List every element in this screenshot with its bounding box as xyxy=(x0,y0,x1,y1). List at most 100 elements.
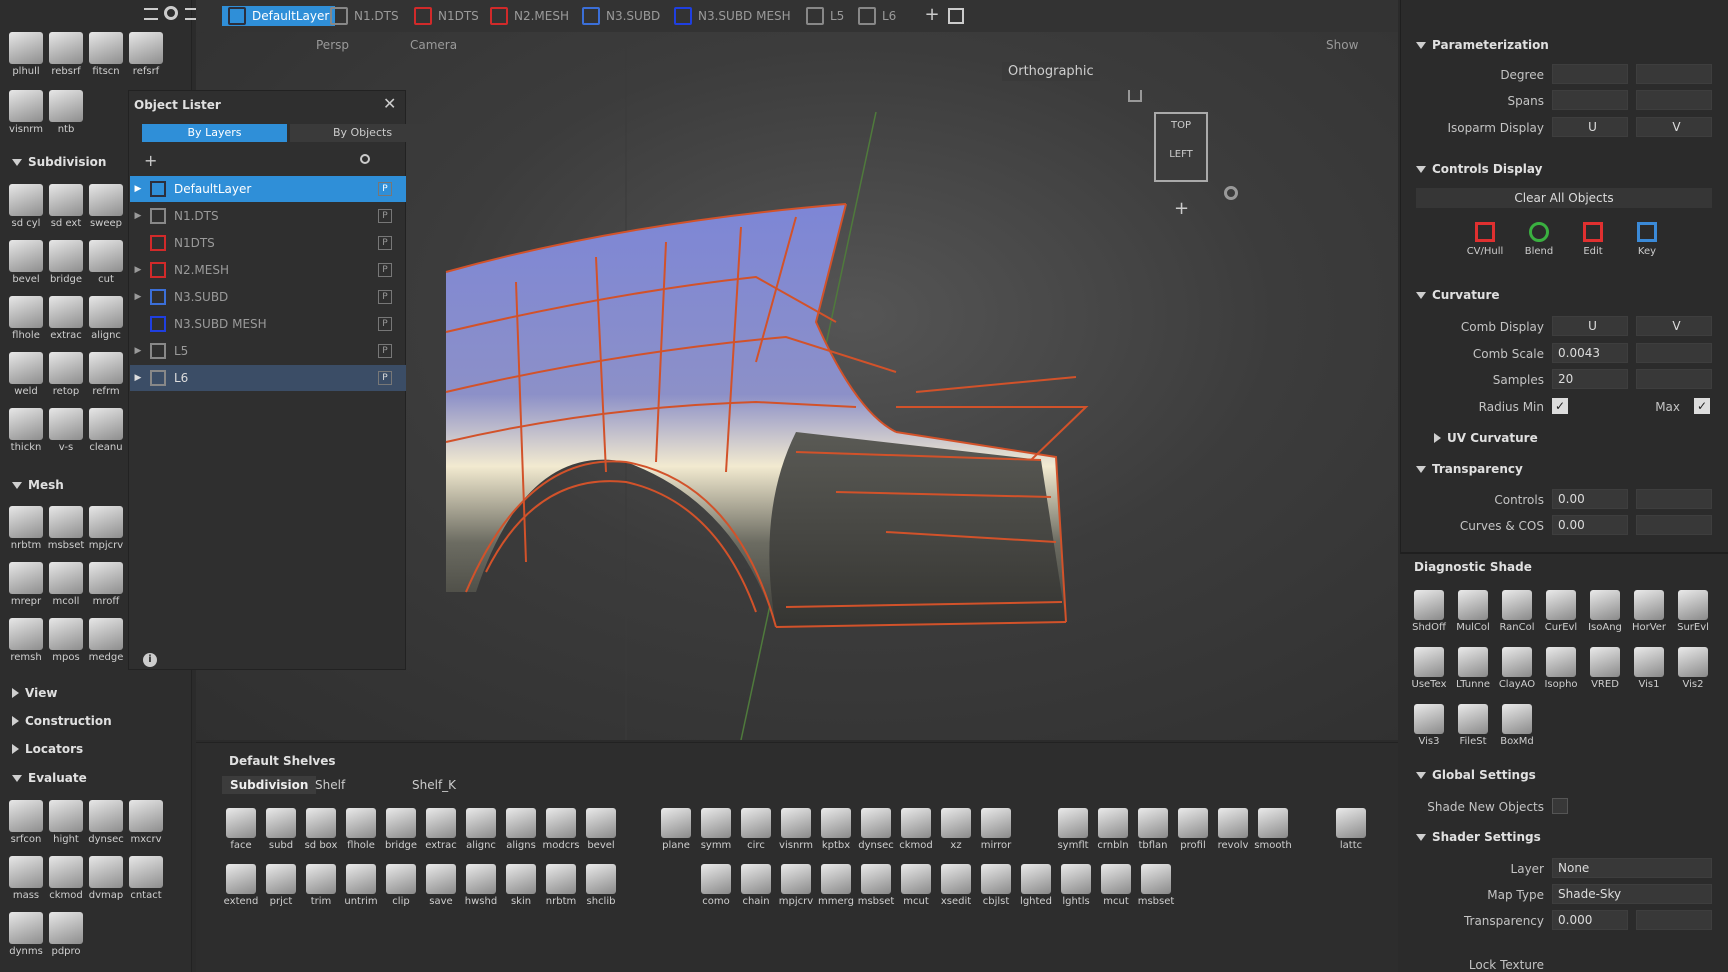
shelf-tool-button[interactable]: msbset xyxy=(855,862,897,916)
section-locators[interactable]: Locators xyxy=(12,742,83,756)
tool-button[interactable]: thickn xyxy=(4,404,48,460)
shelf-tool-button[interactable]: ckmod xyxy=(895,806,937,860)
shelf-tool-button[interactable]: clip xyxy=(380,862,422,916)
curves-slider[interactable] xyxy=(1636,515,1712,535)
layer-p-toggle[interactable]: P xyxy=(378,209,392,223)
comb-scale-field[interactable]: 0.0043 xyxy=(1552,343,1628,363)
expand-icon[interactable]: ▶ xyxy=(130,373,146,383)
layer-p-toggle[interactable]: P xyxy=(378,317,392,331)
shelf-tool-button[interactable]: skin xyxy=(500,862,542,916)
tool-button[interactable]: mass xyxy=(4,852,48,908)
shelf-tool-button[interactable]: mcut xyxy=(1095,862,1137,916)
shelf-tool-button[interactable]: dynsec xyxy=(855,806,897,860)
shelf-tab[interactable]: Shelf xyxy=(307,776,353,794)
diag-shade-button[interactable]: Vis2 xyxy=(1672,645,1714,699)
shelf-tool-button[interactable]: como xyxy=(695,862,737,916)
section-transparency[interactable]: Transparency xyxy=(1416,462,1523,476)
control-display-button[interactable]: CV/Hull xyxy=(1462,222,1508,257)
shelf-tool-button[interactable]: bridge xyxy=(380,806,422,860)
shelf-tool-button[interactable]: mirror xyxy=(975,806,1017,860)
tool-button[interactable]: bevel xyxy=(4,236,48,292)
layer-p-toggle[interactable]: P xyxy=(378,236,392,250)
tool-button[interactable]: cntact xyxy=(124,852,168,908)
expand-icon[interactable]: ▶ xyxy=(130,292,146,302)
max-checkbox[interactable]: ✓ xyxy=(1694,398,1710,414)
palette-gear-icon[interactable] xyxy=(164,6,178,20)
tool-button[interactable]: visnrm xyxy=(4,86,48,142)
degree-field[interactable] xyxy=(1552,64,1628,84)
transparency-field[interactable]: 0.000 xyxy=(1552,910,1628,930)
layer-row[interactable]: ▶ N2.MESH P xyxy=(130,257,406,283)
diag-shade-button[interactable]: LTunne xyxy=(1452,645,1494,699)
comb-scale-slider[interactable] xyxy=(1636,343,1712,363)
control-display-button[interactable]: Key xyxy=(1624,222,1670,257)
tool-button[interactable]: mcoll xyxy=(44,558,88,614)
tool-button[interactable]: refsrf xyxy=(124,28,168,84)
section-view[interactable]: View xyxy=(12,686,57,700)
tool-button[interactable]: mrepr xyxy=(4,558,48,614)
tool-button[interactable]: flhole xyxy=(4,292,48,348)
diag-shade-button[interactable]: CurEvl xyxy=(1540,588,1582,642)
tool-button[interactable]: dynms xyxy=(4,908,48,964)
show-label[interactable]: Show xyxy=(1326,38,1358,52)
shelf-tool-button[interactable]: circ xyxy=(735,806,777,860)
tool-button[interactable]: pdpro xyxy=(44,908,88,964)
shelf-tool-button[interactable]: tbflan xyxy=(1132,806,1174,860)
shelf-tool-button[interactable]: xsedit xyxy=(935,862,977,916)
shelf-tool-button[interactable]: profil xyxy=(1172,806,1214,860)
shelf-tool-button[interactable]: bevel xyxy=(580,806,622,860)
lister-tab-layers[interactable]: By Layers xyxy=(142,124,287,142)
diag-shade-button[interactable]: FileSt xyxy=(1452,702,1494,756)
shelf-tool-button[interactable]: save xyxy=(420,862,462,916)
tool-button[interactable]: srfcon xyxy=(4,796,48,852)
shelf-tool-button[interactable]: modcrs xyxy=(540,806,582,860)
expand-icon[interactable]: ▶ xyxy=(130,265,146,275)
shelf-tool-button[interactable]: mcut xyxy=(895,862,937,916)
palette-list-icon[interactable] xyxy=(144,8,158,20)
layer-row[interactable]: ▶ L6 P xyxy=(130,365,406,391)
tool-button[interactable]: mroff xyxy=(84,558,128,614)
control-display-button[interactable]: Blend xyxy=(1516,222,1562,257)
view-cube[interactable]: TOP LEFT xyxy=(1154,112,1208,182)
tool-button[interactable]: mpjcrv xyxy=(84,502,128,558)
tool-button[interactable]: dynsec xyxy=(84,796,128,852)
tool-button[interactable]: msbset xyxy=(44,502,88,558)
shelf-tool-button[interactable]: xz xyxy=(935,806,977,860)
layer-p-toggle[interactable]: P xyxy=(378,371,392,385)
tool-button[interactable]: sd ext xyxy=(44,180,88,236)
diag-shade-button[interactable]: UseTex xyxy=(1408,645,1450,699)
radius-min-checkbox[interactable]: ✓ xyxy=(1552,398,1568,414)
layer-tab[interactable]: DefaultLayer xyxy=(222,6,336,26)
camera-label[interactable]: Camera xyxy=(410,38,457,52)
section-subdivision[interactable]: Subdivision xyxy=(12,155,106,169)
layer-row[interactable]: ▶ N1.DTS P xyxy=(130,203,406,229)
diag-shade-button[interactable]: BoxMd xyxy=(1496,702,1538,756)
diag-shade-button[interactable]: VRED xyxy=(1584,645,1626,699)
shelf-tool-button[interactable]: crnbln xyxy=(1092,806,1134,860)
shelf-tool-button[interactable]: nrbtm xyxy=(540,862,582,916)
shelf-tool-button[interactable]: kptbx xyxy=(815,806,857,860)
layer-tab[interactable]: N1DTS xyxy=(414,6,479,26)
shelf-tool-button[interactable]: lghtls xyxy=(1055,862,1097,916)
shade-new-checkbox[interactable] xyxy=(1552,798,1568,814)
layer-row[interactable]: ▶ N3.SUBD P xyxy=(130,284,406,310)
shelf-tool-button[interactable]: extrac xyxy=(420,806,462,860)
degree-field-2[interactable] xyxy=(1636,64,1712,84)
lister-search-icon[interactable] xyxy=(360,154,370,164)
layer-p-toggle[interactable]: P xyxy=(378,263,392,277)
shelf-tool-button[interactable]: cbjlst xyxy=(975,862,1017,916)
tool-button[interactable]: nrbtm xyxy=(4,502,48,558)
layer-tab[interactable]: L6 xyxy=(858,6,896,26)
layer-tab[interactable]: L5 xyxy=(806,6,844,26)
tool-button[interactable]: cut xyxy=(84,236,128,292)
isoparm-v-button[interactable]: V xyxy=(1636,117,1712,137)
section-controls-display[interactable]: Controls Display xyxy=(1416,162,1542,176)
shelf-tool-button[interactable]: lghted xyxy=(1015,862,1057,916)
section-global-settings[interactable]: Global Settings xyxy=(1416,768,1536,782)
home-icon[interactable] xyxy=(1128,90,1142,102)
controls-slider[interactable] xyxy=(1636,489,1712,509)
shelf-tool-button[interactable]: extend xyxy=(220,862,262,916)
expand-icon[interactable]: ▶ xyxy=(130,346,146,356)
diag-shade-button[interactable]: Vis1 xyxy=(1628,645,1670,699)
samples-slider[interactable] xyxy=(1636,369,1712,389)
